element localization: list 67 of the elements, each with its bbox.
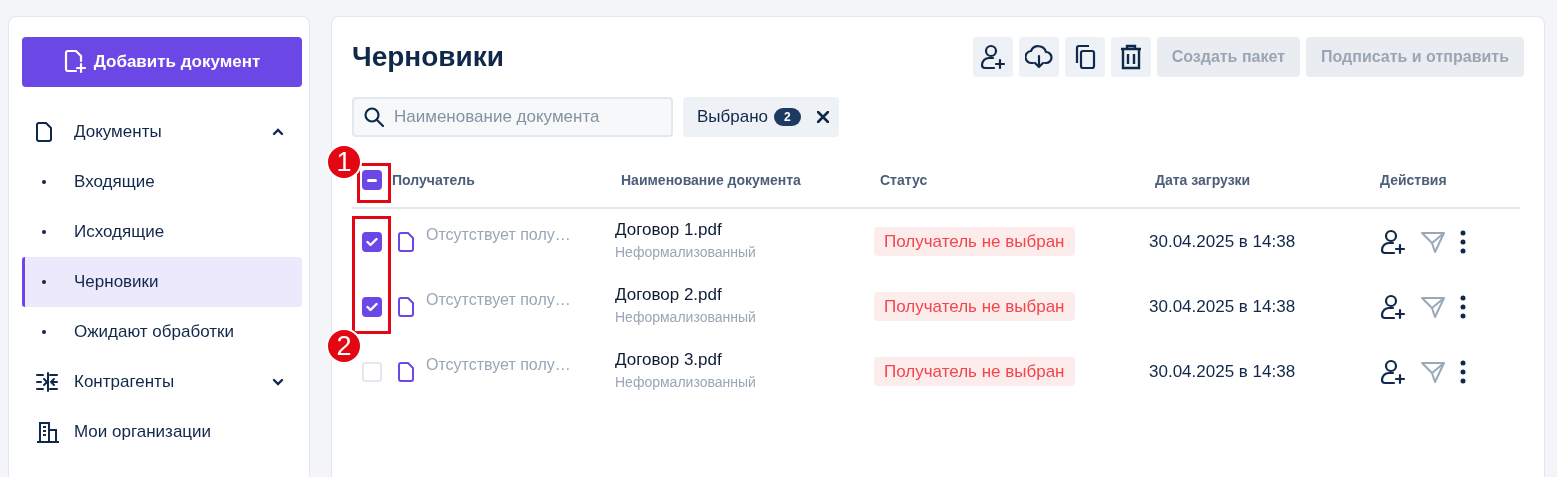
document-type: Неформализованный xyxy=(615,308,756,325)
count-badge: 2 xyxy=(774,108,801,126)
checkbox[interactable] xyxy=(362,231,382,252)
nav-item[interactable]: Ожидают обработки xyxy=(22,307,302,357)
chevron-down-icon[interactable] xyxy=(272,378,284,386)
selection-label: Выбрано xyxy=(697,107,769,127)
nav-item[interactable]: Документы xyxy=(22,107,302,157)
bullet-icon xyxy=(42,330,46,334)
recipient-cell-text: Отсутствует полу… xyxy=(426,291,572,309)
nav-item[interactable]: Контрагенты xyxy=(22,357,302,407)
status-badge: Получатель не выбран xyxy=(874,226,1075,256)
search-icon xyxy=(364,107,384,127)
document-name[interactable]: Договор 1.pdf xyxy=(615,219,722,240)
upload-date: 30.04.2025 в 14:38 xyxy=(1149,231,1297,252)
checkbox[interactable] xyxy=(362,296,382,317)
nav-item[interactable]: Мои организации xyxy=(22,407,302,457)
add-recipient-icon[interactable] xyxy=(1380,293,1406,320)
search-field[interactable]: Наименование документа xyxy=(352,97,673,137)
add-recipient-icon[interactable] xyxy=(1380,228,1406,255)
upload-date: 30.04.2025 в 14:38 xyxy=(1149,361,1297,382)
add-recipient-button[interactable] xyxy=(972,37,1013,77)
add-document-icon xyxy=(63,49,86,75)
add-recipient-icon[interactable] xyxy=(1380,358,1406,385)
download-button[interactable] xyxy=(1018,37,1059,77)
recipient-cell-text: Отсутствует полу… xyxy=(426,356,572,374)
more-icon[interactable] xyxy=(1460,359,1466,384)
column-header: Действия xyxy=(1380,172,1448,188)
checkbox[interactable] xyxy=(362,170,382,190)
document-icon xyxy=(398,296,414,317)
column-header: Статус xyxy=(880,172,929,188)
bullet-icon xyxy=(42,230,46,234)
document-name[interactable]: Договор 3.pdf xyxy=(615,349,722,370)
bullet-icon xyxy=(42,280,46,284)
callout-number: 2 xyxy=(326,328,362,364)
checkmark-icon xyxy=(366,236,378,247)
status-badge: Получатель не выбран xyxy=(874,291,1075,321)
recipient-cell-text: Отсутствует полу… xyxy=(426,226,572,244)
transfer-icon xyxy=(36,372,58,392)
building-icon xyxy=(36,421,60,443)
document-icon xyxy=(398,231,414,252)
column-header: Дата загрузки xyxy=(1155,172,1252,188)
column-header: Наименование документа xyxy=(621,172,802,188)
nav-item[interactable]: Исходящие xyxy=(22,207,302,257)
callout-number: 1 xyxy=(326,144,362,180)
bullet-icon xyxy=(42,180,46,184)
trash-icon xyxy=(1119,44,1142,70)
document-icon xyxy=(36,122,52,142)
page-title: Черновики xyxy=(352,41,506,73)
column-header: Получатель xyxy=(392,172,476,188)
document-type: Неформализованный xyxy=(615,243,756,260)
add-document-button[interactable]: Добавить документ xyxy=(22,37,302,87)
copy-button[interactable] xyxy=(1064,37,1105,77)
nav-item[interactable]: Черновики xyxy=(22,257,302,307)
delete-button[interactable] xyxy=(1110,37,1151,77)
user-plus-icon xyxy=(979,44,1006,70)
document-icon xyxy=(398,361,414,382)
more-icon[interactable] xyxy=(1460,294,1466,319)
close-icon[interactable] xyxy=(816,111,829,123)
cloud-download-icon xyxy=(1024,44,1053,70)
document-name[interactable]: Договор 2.pdf xyxy=(615,284,722,305)
more-icon[interactable] xyxy=(1460,229,1466,254)
status-badge: Получатель не выбран xyxy=(874,356,1075,386)
nav-item[interactable]: Входящие xyxy=(22,157,302,207)
document-type: Неформализованный xyxy=(615,373,756,390)
chevron-up-icon[interactable] xyxy=(272,128,284,136)
checkmark-icon xyxy=(366,301,378,312)
upload-date: 30.04.2025 в 14:38 xyxy=(1149,296,1297,317)
